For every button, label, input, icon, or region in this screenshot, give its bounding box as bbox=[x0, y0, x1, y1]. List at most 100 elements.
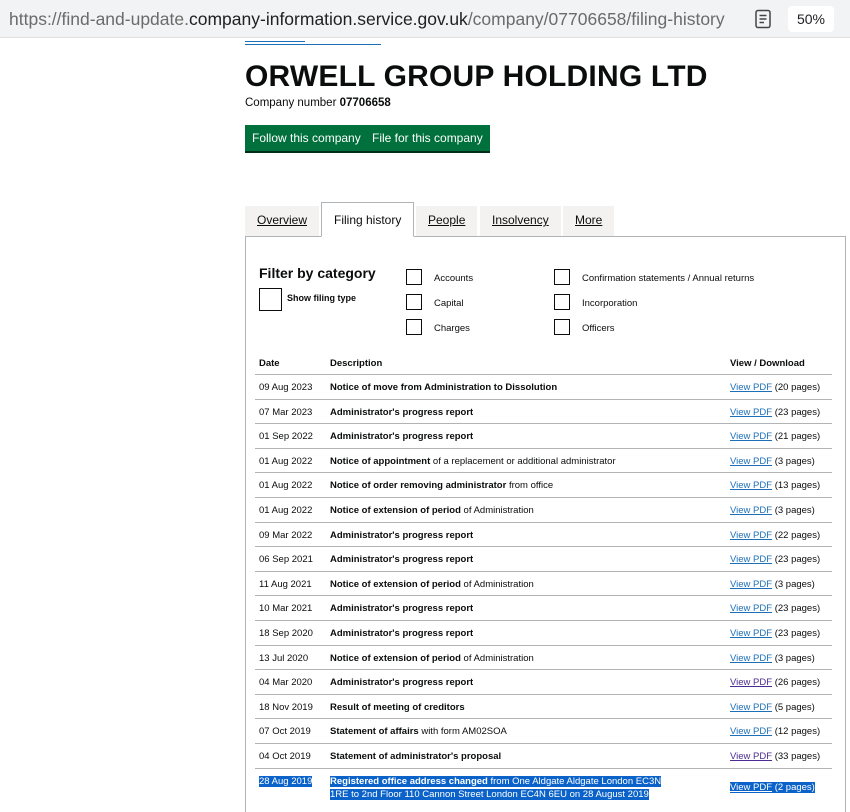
filing-description-detail: of Administration bbox=[460, 652, 534, 664]
table-row: 04 Mar 2020 Administrator's progress repo… bbox=[255, 669, 832, 694]
page-count: (3 pages) bbox=[772, 505, 815, 516]
table-row: 09 Mar 2022 Administrator's progress repo… bbox=[255, 521, 832, 547]
filing-description-detail: with form AM02SOA bbox=[418, 726, 507, 738]
filter-title: Filter by category bbox=[259, 265, 376, 281]
filing-description-title: Statement of administrator's proposal bbox=[330, 751, 502, 762]
filing-description: Administrator's progress report bbox=[330, 407, 473, 418]
filing-date: 01 Sep 2022 bbox=[259, 431, 313, 443]
view-pdf-link[interactable]: View PDF bbox=[730, 702, 772, 713]
officers-checkbox[interactable] bbox=[554, 319, 570, 335]
filing-description: Administrator's progress report bbox=[330, 554, 473, 565]
page-count: (3 pages) bbox=[772, 455, 815, 467]
filing-date: 18 Sep 2020 bbox=[259, 628, 313, 639]
view-download-cell: View PDF (23 pages) bbox=[730, 554, 820, 565]
filing-date: 13 Jul 2020 bbox=[259, 652, 309, 664]
reader-mode-icon[interactable] bbox=[754, 9, 772, 29]
column-header-view-download: View / Download bbox=[730, 358, 805, 369]
view-pdf-link[interactable]: View PDF bbox=[730, 554, 772, 565]
page-count: (23 pages) bbox=[772, 628, 821, 639]
filing-description: Notice of extension of period of Adminis… bbox=[330, 579, 534, 590]
company-number: Company number 07706658 bbox=[245, 97, 391, 109]
charges-label[interactable]: Charges bbox=[434, 323, 470, 334]
tab-filing-history[interactable]: Filing history bbox=[321, 202, 415, 237]
tab-insolvency-label: Insolvency bbox=[492, 213, 549, 227]
table-row: 07 Mar 2023 Administrator's progress repo… bbox=[255, 398, 832, 424]
filing-date: 28 Aug 2019 bbox=[259, 775, 313, 787]
filing-date: 10 Mar 2021 bbox=[259, 603, 313, 615]
file-for-company-button[interactable]: File for this company bbox=[365, 125, 490, 151]
table-row: 01 Aug 2022 Notice of order removing admi… bbox=[255, 472, 832, 497]
zoom-level[interactable]: 50% bbox=[788, 6, 834, 32]
view-pdf-link[interactable]: View PDF bbox=[730, 431, 772, 442]
filing-description: Notice of extension of period of Adminis… bbox=[330, 505, 534, 516]
confirmation-statements-checkbox[interactable] bbox=[554, 269, 570, 285]
show-filing-type-checkbox[interactable] bbox=[259, 288, 282, 311]
capital-checkbox[interactable] bbox=[406, 294, 422, 310]
filing-date: 01 Aug 2022 bbox=[259, 505, 313, 516]
view-pdf-link[interactable]: View PDF bbox=[730, 751, 772, 762]
view-pdf-link[interactable]: View PDF bbox=[730, 505, 772, 516]
view-pdf-link[interactable]: View PDF bbox=[730, 653, 772, 664]
url-prefix: https://find-and-update. bbox=[9, 9, 189, 29]
incorporation-label[interactable]: Incorporation bbox=[582, 298, 637, 309]
table-row: 18 Sep 2020 Administrator's progress repo… bbox=[255, 620, 832, 645]
view-pdf-link[interactable]: View PDF bbox=[730, 782, 772, 793]
filing-description-title: Notice of extension of period bbox=[330, 652, 461, 664]
filing-description-title: Statement of affairs bbox=[330, 726, 419, 738]
view-pdf-link[interactable]: View PDF bbox=[730, 603, 772, 614]
show-filing-type-label[interactable]: Show filing type bbox=[287, 293, 356, 303]
incorporation-checkbox[interactable] bbox=[554, 294, 570, 310]
view-pdf-link[interactable]: View PDF bbox=[730, 480, 772, 491]
column-header-date: Date bbox=[259, 358, 280, 369]
filing-date: 11 Aug 2021 bbox=[259, 578, 312, 590]
charges-checkbox[interactable] bbox=[406, 319, 422, 335]
view-pdf-link[interactable]: View PDF bbox=[730, 726, 772, 737]
tab-more[interactable]: More bbox=[563, 206, 615, 236]
accounts-checkbox[interactable] bbox=[406, 269, 422, 285]
view-download-cell: View PDF (3 pages) bbox=[730, 653, 815, 664]
view-pdf-link[interactable]: View PDF bbox=[730, 677, 772, 688]
view-download-cell: View PDF (12 pages) bbox=[730, 726, 820, 737]
filing-description-title: Administrator's progress report bbox=[330, 406, 474, 418]
view-pdf-link[interactable]: View PDF bbox=[730, 407, 772, 418]
tab-overview[interactable]: Overview bbox=[245, 206, 320, 236]
filing-description: Administrator's progress report bbox=[330, 677, 473, 688]
view-pdf-link[interactable]: View PDF bbox=[730, 530, 772, 541]
filing-description-title: Administrator's progress report bbox=[330, 628, 474, 639]
tab-people[interactable]: People bbox=[416, 206, 478, 236]
page-count: (23 pages) bbox=[772, 554, 821, 566]
view-download-cell: View PDF (3 pages) bbox=[730, 579, 815, 590]
table-row: 13 Jul 2020 Notice of extension of period… bbox=[255, 644, 832, 670]
view-pdf-link[interactable]: View PDF bbox=[730, 628, 772, 639]
view-download-cell: View PDF (33 pages) bbox=[730, 751, 820, 762]
view-download-cell: View PDF (23 pages) bbox=[730, 628, 820, 639]
table-row: 11 Aug 2021 Notice of extension of period… bbox=[255, 570, 832, 596]
tab-more-label: More bbox=[575, 213, 603, 227]
company-number-label: Company number bbox=[245, 97, 337, 109]
capital-label[interactable]: Capital bbox=[434, 298, 464, 309]
filing-description: Registered office address changed from O… bbox=[330, 775, 662, 801]
url-text[interactable]: https://find-and-update.company-informat… bbox=[9, 9, 725, 30]
page-count: (22 pages) bbox=[772, 529, 821, 541]
view-pdf-link[interactable]: View PDF bbox=[730, 579, 772, 590]
filing-description-line-1: Registered office address changed from O… bbox=[330, 775, 662, 787]
follow-company-button[interactable]: Follow this company bbox=[245, 125, 368, 151]
company-name: ORWELL GROUP HOLDING LTD bbox=[245, 60, 708, 93]
view-pdf-link[interactable]: View PDF bbox=[730, 456, 772, 467]
page-count: (3 pages) bbox=[772, 578, 815, 590]
tab-filing-history-label: Filing history bbox=[334, 213, 402, 227]
tab-insolvency[interactable]: Insolvency bbox=[480, 206, 561, 236]
table-row: 01 Aug 2022 Notice of appointment of a re… bbox=[255, 447, 832, 473]
filing-description: Statement of administrator's proposal bbox=[330, 751, 501, 762]
page-count: (3 pages) bbox=[772, 652, 815, 664]
officers-label[interactable]: Officers bbox=[582, 323, 615, 334]
browser-address-bar[interactable]: https://find-and-update.company-informat… bbox=[0, 0, 850, 38]
table-row: 09 Aug 2023 Notice of move from Administr… bbox=[255, 374, 832, 399]
filing-description: Notice of extension of period of Adminis… bbox=[330, 653, 534, 664]
filing-description: Administrator's progress report bbox=[330, 628, 473, 639]
breadcrumb-link-partial[interactable] bbox=[245, 40, 381, 45]
confirmation-statements-label[interactable]: Confirmation statements / Annual returns bbox=[582, 273, 754, 284]
view-pdf-link[interactable]: View PDF bbox=[730, 382, 772, 393]
accounts-label[interactable]: Accounts bbox=[434, 273, 473, 284]
view-download-cell: View PDF (3 pages) bbox=[730, 456, 815, 467]
